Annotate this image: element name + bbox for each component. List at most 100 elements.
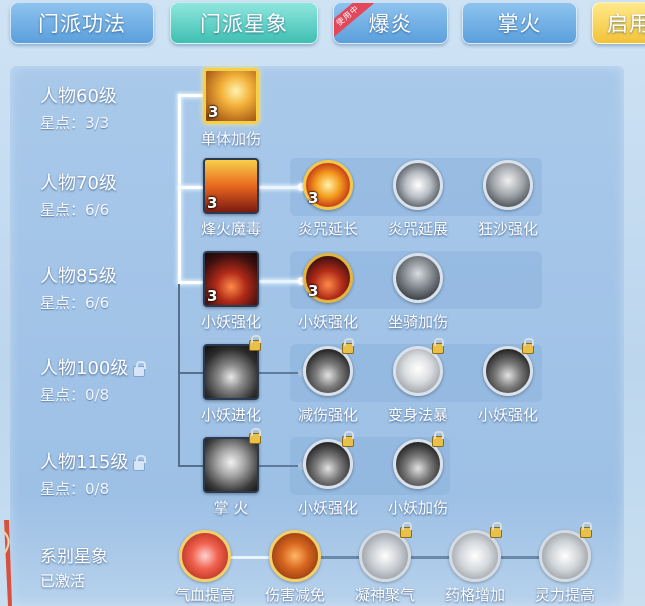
system-node-name: 药格增加 [444,586,505,604]
skill-node-imp-boost-3[interactable]: 小妖强化 [463,338,553,425]
sword-slash-icon: 3 [203,68,259,124]
system-node-damage-reduce[interactable]: 伤害减免 [250,530,340,605]
skill-name: 减伤强化 [297,406,358,424]
level-title: 人物60级 [40,86,117,107]
level-stars: 星点：6/6 [40,294,110,312]
level-title: 人物70级 [40,173,117,194]
skill-node-flame-curse-extend[interactable]: 3 炎咒延长 [283,160,373,239]
skill-name: 烽火魔毒 [200,220,261,238]
skill-name: 小妖强化 [200,313,261,331]
skill-name: 小妖强化 [297,313,358,331]
skill-count: 3 [207,287,218,305]
skill-node-sand-boost[interactable]: 狂沙强化 [463,160,553,239]
skill-count: 3 [208,103,219,121]
skill-node-imp-boost-2[interactable]: 3 小妖强化 [283,253,373,332]
flame-rune-icon: 3 [303,160,353,210]
lock-icon [490,522,502,538]
skill-node-mount-damage[interactable]: 坐骑加伤 [373,253,463,332]
system-node-potion-slots[interactable]: 药格增加 [430,522,520,605]
skill-name: 掌 火 [213,499,249,517]
system-node-name: 灵力提高 [534,586,595,604]
demon-flame-icon [393,431,444,489]
skill-name: 炎咒延长 [297,220,358,238]
level-stars: 星点：0/8 [40,386,110,404]
skill-node-imp-damage[interactable]: 小妖加伤 [373,431,463,518]
transform-hands-icon [393,338,444,396]
lock-icon [580,522,592,538]
demon-flame-icon: 3 [203,251,259,307]
mount-beast-icon [393,253,443,303]
level-stars: 星点：6/6 [40,201,110,219]
rune-wheel-icon [393,160,443,210]
skill-node-imp-boost-4[interactable]: 小妖强化 [283,431,373,518]
tab-blaze[interactable]: 使用中 爆炎 [333,2,448,44]
skill-node-transform-crit[interactable]: 变身法暴 [373,338,463,425]
skill-name: 小妖加伤 [387,499,448,517]
level-60: 人物60级 星点：3/3 [40,86,117,133]
lock-icon [133,454,147,471]
demon-shield-icon [303,338,354,396]
potion-icon [449,522,502,582]
skill-name: 小妖强化 [297,499,358,517]
skill-name: 小妖进化 [200,406,261,424]
warrior-icon [269,530,321,582]
skill-node-imp-evolve[interactable]: 小妖进化 [186,335,276,425]
skill-node-beacon-poison[interactable]: 3 烽火魔毒 [186,158,276,239]
skill-node-imp-boost[interactable]: 3 小妖强化 [186,251,276,332]
system-node-name: 气血提高 [174,586,235,604]
level-title: 人物100级 [40,358,129,379]
system-node-name: 凝神聚气 [354,586,415,604]
beast-mask-icon [203,428,261,493]
demon-evolve-icon [203,335,261,400]
lock-icon [342,338,354,354]
tab-sect-skills[interactable]: 门派功法 [10,2,154,44]
skill-node-flame-curse-expand[interactable]: 炎咒延展 [373,160,463,239]
system-node-spirit-boost[interactable]: 灵力提高 [520,522,610,605]
skill-node-palm-fire[interactable]: 掌 火 [186,428,276,518]
level-title: 人物115级 [40,452,129,473]
skill-name: 小妖强化 [477,406,538,424]
system-node-focus[interactable]: 凝神聚气 [340,522,430,605]
lock-icon [432,431,444,447]
skill-name: 炎咒延展 [387,220,448,238]
demon-flame-icon [303,431,354,489]
level-stars: 星点：3/3 [40,114,110,132]
demon-flame-icon [483,338,534,396]
sandstorm-icon [483,160,533,210]
tab-bar: 门派功法 门派星象 使用中 爆炎 掌火 启用 [0,0,645,52]
lock-icon [522,338,534,354]
tree-trunk-locked [178,284,180,466]
level-title: 人物85级 [40,266,117,287]
level-70: 人物70级 星点：6/6 [40,173,117,220]
star-tree-panel [10,66,624,606]
tab-palm-fire[interactable]: 掌火 [462,2,577,44]
skill-node-damage-reduction[interactable]: 减伤强化 [283,338,373,425]
level-115: 人物115级 星点：0/8 [40,452,147,499]
system-node-name: 伤害减免 [264,586,325,604]
skill-count: 3 [308,282,319,300]
tab-label: 门派星象 [200,12,288,36]
spirit-icon [539,522,592,582]
skill-name: 狂沙强化 [477,220,538,238]
tab-sect-stars[interactable]: 门派星象 [170,2,318,44]
tab-label: 门派功法 [38,12,126,36]
skill-name: 坐骑加伤 [387,313,448,331]
lock-icon [432,338,444,354]
system-node-hp-boost[interactable]: 气血提高 [160,530,250,605]
level-100: 人物100级 星点：0/8 [40,358,147,405]
tab-label: 掌火 [497,12,542,36]
system-title: 系别星象 [40,547,108,567]
lock-icon [133,360,147,377]
skill-node-single-damage[interactable]: 3 单体加伤 [186,68,276,149]
demon-flame-icon: 3 [303,253,353,303]
system-status: 已激活 [40,572,86,590]
lock-icon [400,522,412,538]
heart-icon [179,530,231,582]
tab-label: 爆炎 [368,12,413,36]
tab-enable[interactable]: 启用 [592,2,645,44]
lock-icon [249,428,261,444]
level-85: 人物85级 星点：6/6 [40,266,117,313]
skill-name: 单体加伤 [200,130,261,148]
ribbon-decoration [1,520,12,606]
tab-label: 启用 [607,12,645,36]
